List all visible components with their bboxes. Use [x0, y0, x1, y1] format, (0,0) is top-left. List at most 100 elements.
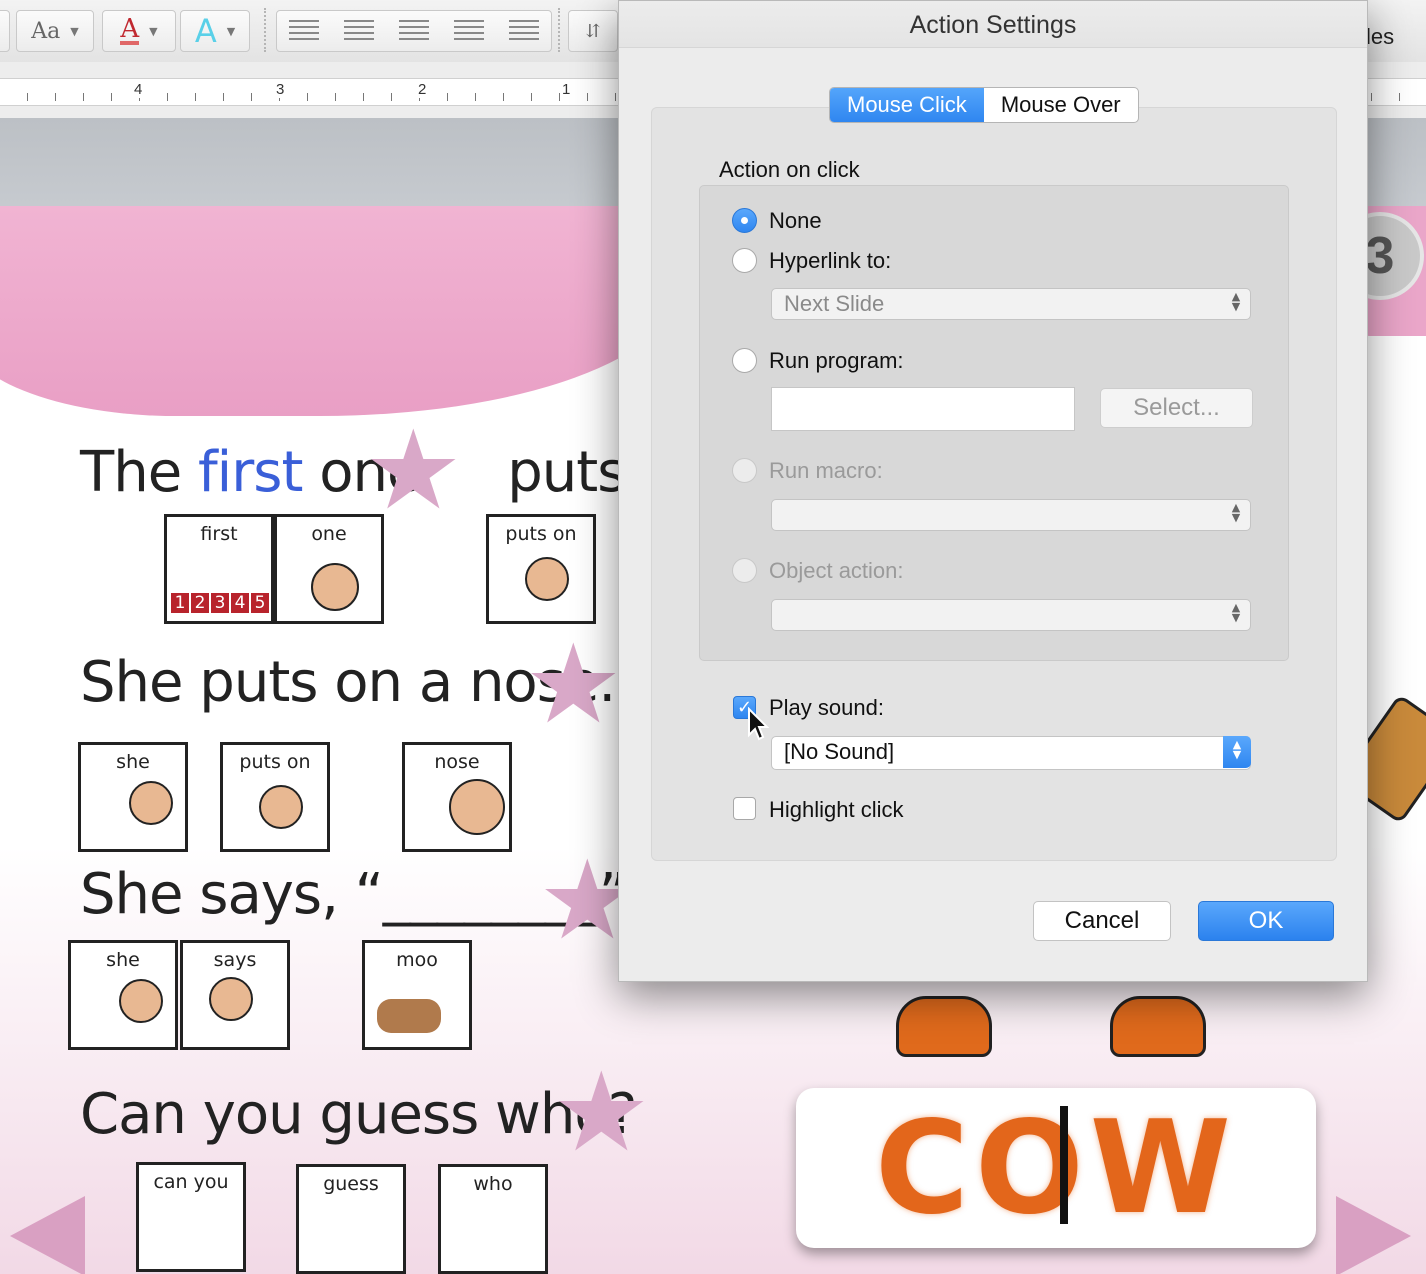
symbol-card-can-you: can you	[136, 1162, 246, 1272]
action-settings-dialog: Action Settings Mouse Click Mouse Over A…	[618, 0, 1368, 982]
card-label: first	[200, 523, 238, 545]
speaking-person-icon	[209, 977, 253, 1021]
highlight-click-checkbox[interactable]	[733, 797, 756, 820]
symbol-card-says: says	[180, 940, 290, 1050]
align-right-icon[interactable]	[398, 20, 429, 42]
stepper-arrows-icon: ▲ ▼	[1231, 601, 1241, 624]
card-label: puts on	[239, 751, 311, 773]
toolbar-separator	[264, 8, 266, 52]
card-label: guess	[323, 1173, 379, 1195]
number: 5	[251, 593, 269, 613]
chevron-down-icon: ▼	[70, 24, 79, 38]
stepper-arrows-icon: ▲ ▼	[1231, 290, 1241, 313]
card-label: she	[116, 751, 150, 773]
text-effects-icon: A	[194, 12, 217, 50]
face-icon	[311, 563, 359, 611]
symbol-card-moo: moo	[362, 940, 472, 1050]
symbol-card-she-2: she	[68, 940, 178, 1050]
distribute-icon[interactable]	[508, 20, 539, 42]
nose-face-icon	[449, 779, 505, 835]
duck-foot-left	[896, 996, 992, 1057]
face-with-glasses-icon	[525, 557, 569, 601]
symbol-card-one: one	[274, 514, 384, 624]
font-style-button[interactable]: Aa ▼	[16, 10, 94, 52]
highlight-click-label[interactable]: Highlight click	[769, 797, 904, 823]
radio-none[interactable]	[732, 208, 757, 233]
object-action-popup[interactable]: ▲ ▼	[771, 599, 1251, 631]
card-label: she	[106, 949, 140, 971]
card-label: one	[311, 523, 347, 545]
card-label: says	[213, 949, 257, 971]
play-sound-label[interactable]: Play sound:	[769, 695, 884, 721]
counting-numbers: 12345	[171, 593, 271, 613]
girl-face-icon	[129, 781, 173, 825]
card-label: can you	[153, 1171, 229, 1193]
symbol-card-puts-on-2: puts on	[220, 742, 330, 852]
cow-icon	[377, 999, 441, 1033]
next-slide-arrow-icon[interactable]	[1336, 1196, 1411, 1274]
previous-slide-arrow-icon[interactable]	[10, 1196, 85, 1274]
radio-label-run-macro[interactable]: Run macro:	[769, 458, 883, 484]
run-program-field[interactable]	[771, 387, 1075, 431]
align-left-icon[interactable]	[289, 20, 320, 42]
text-direction-icon: ⇵	[585, 20, 601, 42]
tab-mouse-click[interactable]: Mouse Click	[830, 88, 984, 122]
radio-label-hyperlink[interactable]: Hyperlink to:	[769, 248, 891, 274]
run-macro-popup[interactable]: ▲ ▼	[771, 499, 1251, 531]
chevron-down-icon: ▼	[149, 24, 158, 38]
symbol-card-guess: guess	[296, 1164, 406, 1274]
justify-icon[interactable]	[453, 20, 484, 42]
sound-popup[interactable]: [No Sound] ▲ ▼	[771, 736, 1251, 770]
ok-button[interactable]: OK	[1198, 901, 1334, 941]
stepper-arrows-icon: ▲ ▼	[1223, 736, 1251, 768]
cancel-button[interactable]: Cancel	[1033, 901, 1171, 941]
radio-hyperlink[interactable]	[732, 248, 757, 273]
symbol-card-nose: nose	[402, 742, 512, 852]
card-label: who	[473, 1173, 513, 1195]
radio-object-action[interactable]	[732, 558, 757, 583]
card-label: nose	[434, 751, 480, 773]
alignment-group	[276, 10, 552, 52]
toolbar-button-partial[interactable]	[0, 10, 10, 52]
ruler-number: 4	[132, 81, 145, 98]
slide-header-shape	[0, 206, 680, 416]
radio-run-macro[interactable]	[732, 458, 757, 483]
font-color-icon: A	[120, 14, 140, 45]
star-icon[interactable]: ★	[524, 630, 623, 740]
word-highlighted: first	[197, 440, 303, 505]
text-direction-button[interactable]: ⇵	[568, 10, 618, 52]
star-icon[interactable]: ★	[552, 1058, 651, 1168]
ruler-number: 3	[274, 81, 287, 98]
radio-label-none[interactable]: None	[769, 208, 822, 234]
symbol-card-who: who	[438, 1164, 548, 1274]
text-cursor	[1060, 1106, 1068, 1224]
select-program-button[interactable]: Select...	[1100, 388, 1253, 428]
radio-run-program[interactable]	[732, 348, 757, 373]
sound-popup-value: [No Sound]	[784, 739, 895, 764]
number: 2	[191, 593, 209, 613]
star-icon[interactable]: ★	[364, 416, 463, 526]
duck-foot-right	[1110, 996, 1206, 1057]
stepper-arrows-icon: ▲ ▼	[1231, 501, 1241, 524]
font-color-button[interactable]: A ▼	[102, 10, 176, 52]
card-label: puts on	[505, 523, 577, 545]
number: 4	[231, 593, 249, 613]
radio-label-run-program[interactable]: Run program:	[769, 348, 904, 374]
mouse-pointer-icon	[748, 707, 770, 741]
ruler-number: 2	[416, 81, 429, 98]
chevron-down-icon: ▼	[226, 24, 236, 38]
number: 3	[211, 593, 229, 613]
symbol-card-first: first 12345	[164, 514, 274, 624]
radio-label-object-action[interactable]: Object action:	[769, 558, 904, 584]
hyperlink-popup-value: Next Slide	[784, 291, 885, 316]
text-effects-button[interactable]: A ▼	[180, 10, 250, 52]
hyperlink-popup[interactable]: Next Slide ▲ ▼	[771, 288, 1251, 320]
section-label: Action on click	[719, 157, 860, 182]
word-tile-cow[interactable]: COW	[796, 1088, 1316, 1248]
align-center-icon[interactable]	[344, 20, 375, 42]
word: The	[80, 440, 182, 505]
tab-bar: Mouse Click Mouse Over	[829, 87, 1139, 123]
tab-mouse-over[interactable]: Mouse Over	[984, 88, 1138, 122]
toolbar-label-partial: les	[1366, 24, 1395, 49]
face-with-glasses-icon	[259, 785, 303, 829]
